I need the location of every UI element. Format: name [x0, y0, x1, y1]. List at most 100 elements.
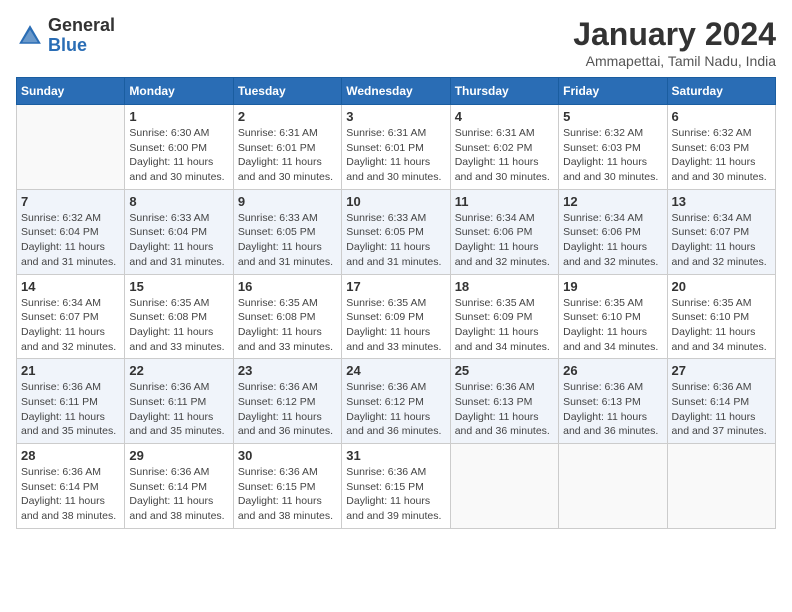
day-number: 26 [563, 363, 662, 378]
sunrise-text: Sunrise: 6:36 AM [563, 381, 643, 393]
daylight-hours-text: Daylight: 11 hours [346, 241, 430, 253]
day-info: Sunrise: 6:34 AMSunset: 6:06 PMDaylight:… [563, 211, 662, 270]
day-info: Sunrise: 6:36 AMSunset: 6:12 PMDaylight:… [346, 380, 445, 439]
day-number: 29 [129, 448, 228, 463]
table-row: 17Sunrise: 6:35 AMSunset: 6:09 PMDayligh… [342, 274, 450, 359]
sunset-text: Sunset: 6:12 PM [346, 396, 424, 408]
logo: General Blue [16, 16, 115, 56]
daylight-hours-text: Daylight: 11 hours [563, 156, 647, 168]
table-row: 13Sunrise: 6:34 AMSunset: 6:07 PMDayligh… [667, 189, 775, 274]
location-subtitle: Ammapettai, Tamil Nadu, India [573, 53, 776, 69]
daylight-minutes-text: and and 32 minutes. [21, 341, 116, 353]
sunset-text: Sunset: 6:10 PM [672, 311, 750, 323]
sunset-text: Sunset: 6:07 PM [672, 226, 750, 238]
table-row: 18Sunrise: 6:35 AMSunset: 6:09 PMDayligh… [450, 274, 558, 359]
table-row: 3Sunrise: 6:31 AMSunset: 6:01 PMDaylight… [342, 105, 450, 190]
day-number: 31 [346, 448, 445, 463]
daylight-hours-text: Daylight: 11 hours [455, 241, 539, 253]
sunset-text: Sunset: 6:04 PM [21, 226, 99, 238]
daylight-hours-text: Daylight: 11 hours [346, 326, 430, 338]
daylight-hours-text: Daylight: 11 hours [672, 411, 756, 423]
table-row [17, 105, 125, 190]
sunrise-text: Sunrise: 6:36 AM [129, 466, 209, 478]
day-number: 22 [129, 363, 228, 378]
sunrise-text: Sunrise: 6:32 AM [21, 212, 101, 224]
table-row: 9 Sunrise: 6:33 AM Sunset: 6:05 PM Daylight… [233, 189, 341, 274]
daylight-hours-text: Daylight: 11 hours [238, 241, 322, 253]
col-wednesday: Wednesday [342, 78, 450, 105]
table-row: 31 Sunrise: 6:36 AM Sunset: 6:15 PM Dayligh… [342, 444, 450, 529]
day-number: 24 [346, 363, 445, 378]
day-info: Sunrise: 6:35 AMSunset: 6:08 PMDaylight:… [238, 296, 337, 355]
day-info: Sunrise: 6:36 AMSunset: 6:11 PMDaylight:… [21, 380, 120, 439]
daylight-minutes-text: and and 36 minutes. [455, 425, 550, 437]
daylight-hours-text: Daylight: 11 hours [238, 411, 322, 423]
daylight-hours-text: Daylight: 11 hours [672, 326, 756, 338]
daylight-hours-text: Daylight: 11 hours [672, 241, 756, 253]
sunrise-text: Sunrise: 6:36 AM [346, 466, 426, 478]
sunset-text: Sunset: 6:08 PM [129, 311, 207, 323]
day-info: Sunrise: 6:36 AMSunset: 6:13 PMDaylight:… [455, 380, 554, 439]
day-number: 23 [238, 363, 337, 378]
table-row: 27Sunrise: 6:36 AMSunset: 6:14 PMDayligh… [667, 359, 775, 444]
day-info: Sunrise: 6:32 AMSunset: 6:03 PMDaylight:… [672, 126, 771, 185]
daylight-minutes-text: and and 30 minutes. [129, 171, 224, 183]
table-row: 21Sunrise: 6:36 AMSunset: 6:11 PMDayligh… [17, 359, 125, 444]
day-number: 18 [455, 279, 554, 294]
daylight-minutes-text: and and 34 minutes. [455, 341, 550, 353]
logo-text: General Blue [48, 16, 115, 56]
daylight-hours-text: Daylight: 11 hours [129, 495, 213, 507]
daylight-minutes-text: and and 34 minutes. [563, 341, 658, 353]
sunset-text: Sunset: 6:15 PM [346, 481, 424, 493]
sunset-text: Sunset: 6:05 PM [238, 226, 316, 238]
table-row: 15Sunrise: 6:35 AMSunset: 6:08 PMDayligh… [125, 274, 233, 359]
sunrise-text: Sunrise: 6:33 AM [238, 212, 318, 224]
table-row: 10Sunrise: 6:33 AMSunset: 6:05 PMDayligh… [342, 189, 450, 274]
table-row: 26 Sunrise: 6:36 AMSunset: 6:13 PMDayligh… [559, 359, 667, 444]
daylight-minutes-text: and and 36 minutes. [563, 425, 658, 437]
daylight-minutes-text: and and 31 minutes. [346, 256, 441, 268]
sunrise-text: Sunrise: 6:36 AM [455, 381, 535, 393]
day-info: Sunrise: 6:33 AMSunset: 6:04 PMDaylight:… [129, 211, 228, 270]
table-row: 22Sunrise: 6:36 AMSunset: 6:11 PMDayligh… [125, 359, 233, 444]
day-number: 7 [21, 194, 120, 209]
daylight-hours-text: Daylight: 11 hours [238, 156, 322, 168]
day-info: Sunrise: 6:31 AMSunset: 6:01 PMDaylight:… [346, 126, 445, 185]
sunrise-text: Sunrise: 6:36 AM [21, 466, 101, 478]
day-number: 19 [563, 279, 662, 294]
sunset-text: Sunset: 6:11 PM [129, 396, 206, 408]
col-tuesday: Tuesday [233, 78, 341, 105]
sunset-text: Sunset: 6:00 PM [129, 142, 207, 154]
col-thursday: Thursday [450, 78, 558, 105]
sunrise-text: Sunrise: 6:31 AM [238, 127, 318, 139]
daylight-minutes-text: and and 36 minutes. [346, 425, 441, 437]
daylight-minutes-text: and and 31 minutes. [129, 256, 224, 268]
day-info: Sunrise: 6:32 AMSunset: 6:04 PMDaylight:… [21, 211, 120, 270]
day-number: 9 [238, 194, 337, 209]
page-header: General Blue January 2024 Ammapettai, Ta… [16, 16, 776, 69]
day-info: Sunrise: 6:36 AMSunset: 6:14 PMDaylight:… [21, 465, 120, 524]
daylight-minutes-text: and and 30 minutes. [346, 171, 441, 183]
table-row: 29Sunrise: 6:36 AMSunset: 6:14 PMDayligh… [125, 444, 233, 529]
table-row: 25Sunrise: 6:36 AMSunset: 6:13 PMDayligh… [450, 359, 558, 444]
daylight-hours-text: Daylight: 11 hours [129, 241, 213, 253]
daylight-hours-text: Daylight: 11 hours [455, 411, 539, 423]
col-saturday: Saturday [667, 78, 775, 105]
sunrise-text: Sunrise: 6:34 AM [563, 212, 643, 224]
daylight-hours-text: Daylight: 11 hours [129, 411, 213, 423]
table-row: 8Sunrise: 6:33 AMSunset: 6:04 PMDaylight… [125, 189, 233, 274]
day-info: Sunrise: 6:36 AMSunset: 6:13 PMDaylight:… [563, 380, 662, 439]
table-row [559, 444, 667, 529]
table-row: 14Sunrise: 6:34 AMSunset: 6:07 PMDayligh… [17, 274, 125, 359]
day-number: 17 [346, 279, 445, 294]
day-info: Sunrise: 6:35 AM Sunset: 6:10 PM Daylight:… [672, 296, 771, 355]
sunrise-text: Sunrise: 6:36 AM [346, 381, 426, 393]
daylight-hours-text: Daylight: 11 hours [455, 156, 539, 168]
daylight-minutes-text: and and 32 minutes. [455, 256, 550, 268]
daylight-minutes-text: and and 31 minutes. [238, 256, 333, 268]
day-info: Sunrise: 6:33 AMSunset: 6:05 PMDaylight:… [346, 211, 445, 270]
calendar-header-row: Sunday Monday Tuesday Wednesday Thursday… [17, 78, 776, 105]
daylight-hours-text: Daylight: 11 hours [346, 495, 430, 507]
sunrise-text: Sunrise: 6:35 AM [672, 297, 752, 309]
sunrise-text: Sunrise: 6:35 AM [346, 297, 426, 309]
